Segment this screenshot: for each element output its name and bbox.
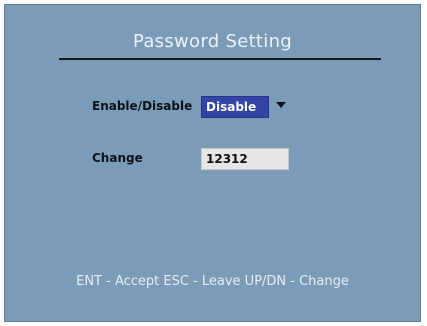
title-divider (59, 58, 381, 60)
key-help-text: ENT - Accept ESC - Leave UP/DN - Change (76, 274, 349, 289)
chevron-down-icon[interactable] (276, 102, 286, 108)
page-title: Password Setting (132, 31, 293, 52)
password-setting-panel: Password Setting Enable/Disable Disable … (4, 4, 421, 322)
password-change-input[interactable]: 12312 (201, 148, 289, 170)
enable-disable-select[interactable]: Disable (201, 96, 269, 118)
enable-disable-label: Enable/Disable (92, 99, 193, 113)
change-label: Change (92, 151, 143, 165)
